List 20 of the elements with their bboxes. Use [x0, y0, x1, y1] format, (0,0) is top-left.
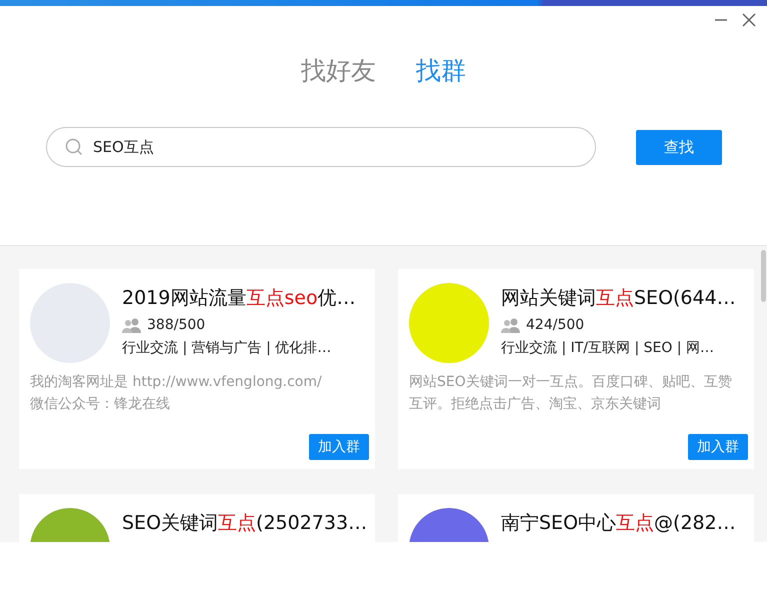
members-icon [501, 317, 521, 333]
join-button[interactable]: 加入群 [309, 434, 369, 460]
member-count: 388/500 [147, 317, 206, 333]
member-count: 424/500 [526, 317, 584, 333]
tab[interactable]: 找好友 [301, 54, 376, 87]
close-icon[interactable] [741, 12, 757, 28]
group-title[interactable]: 南宁SEO中心互点@(282… [501, 510, 736, 536]
group-tags: 行业交流 | 营销与广告 | 优化排… [122, 339, 356, 357]
search-icon [65, 138, 83, 156]
search-button[interactable]: 查找 [636, 130, 722, 164]
group-title[interactable]: 网站关键词互点SEO(644… [501, 285, 736, 311]
scrollbar-thumb[interactable] [761, 250, 766, 302]
members-icon [122, 317, 142, 333]
group-title[interactable]: SEO关键词互点(2502733… [122, 510, 368, 536]
join-button[interactable]: 加入群 [688, 434, 748, 460]
search-field[interactable]: SEO互点 [46, 127, 596, 167]
group-description: 网站SEO关键词一对一互点。百度口碑、贴吧、互赞互评。拒绝点击广告、淘宝、京东关键词 [409, 373, 733, 414]
group-description: 我的淘客网址是 http://www.vfenglong.com/ 微信公众号：锋龙在线 [30, 373, 323, 414]
group-title[interactable]: 2019网站流量互点seo优… [122, 285, 356, 311]
group-tags: 行业交流 | IT/互联网 | SEO | 网… [501, 339, 736, 357]
